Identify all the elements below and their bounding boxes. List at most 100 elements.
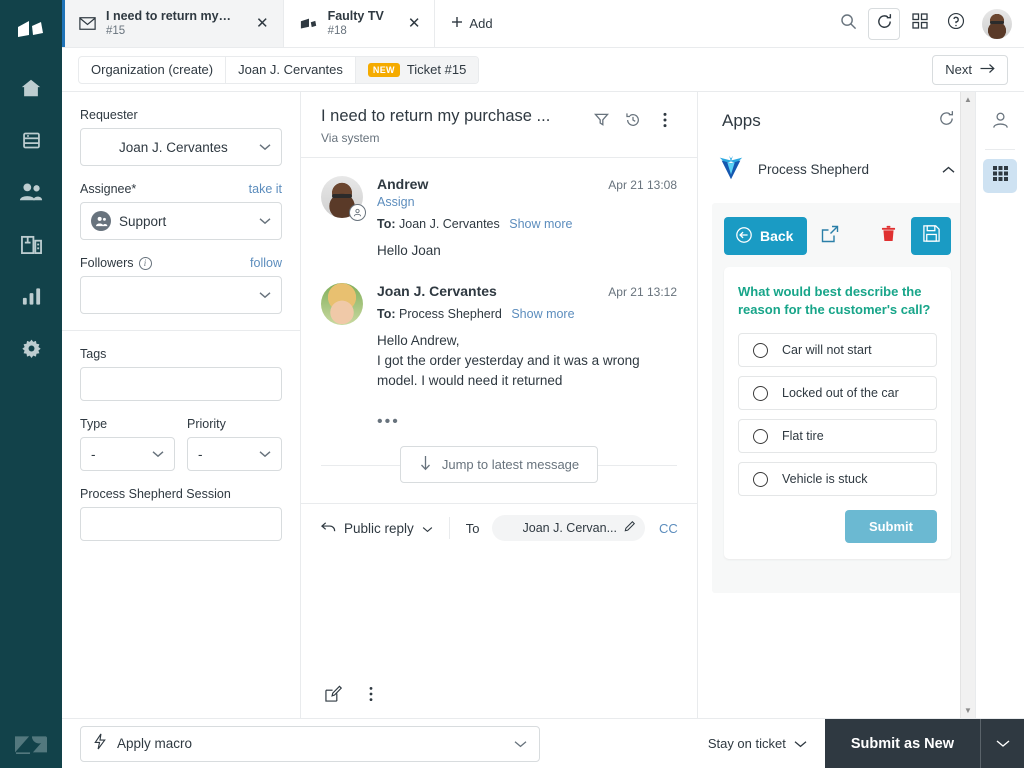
jump-to-latest-button[interactable]: Jump to latest message — [399, 446, 599, 483]
info-icon[interactable]: i — [138, 256, 152, 270]
sidebar-item-admin[interactable] — [5, 322, 57, 374]
recipient-name: Joan J. Cervan... — [522, 521, 618, 535]
back-button[interactable]: Back — [724, 217, 808, 255]
add-tab-label: Add — [469, 16, 493, 31]
breadcrumb-item-ticket[interactable]: NEW Ticket #15 — [355, 56, 479, 83]
requester-avatar — [91, 137, 111, 157]
chevron-up-icon[interactable] — [942, 161, 955, 179]
tab-title: Faulty TV — [327, 9, 384, 23]
sidebar-item-organizations[interactable] — [5, 218, 57, 270]
bolt-icon — [93, 733, 107, 755]
follow-link[interactable]: follow — [250, 256, 282, 270]
mail-icon — [78, 17, 96, 30]
option-locked-out-of-the-car[interactable]: Locked out of the car — [738, 376, 937, 410]
avatar[interactable] — [982, 8, 1012, 39]
help-button[interactable] — [940, 8, 972, 40]
followers-select[interactable] — [80, 276, 282, 314]
breadcrumb-item-user[interactable]: Joan J. Cervantes — [226, 56, 356, 83]
take-it-link[interactable]: take it — [249, 182, 282, 196]
submit-options-button[interactable] — [980, 718, 1024, 768]
tab-text: I need to return my purc... #15 — [106, 9, 232, 38]
show-more-link[interactable]: Show more — [509, 217, 572, 231]
radio-icon[interactable] — [753, 385, 768, 401]
option-vehicle-is-stuck[interactable]: Vehicle is stuck — [738, 462, 937, 496]
process-shepherd-header[interactable]: Process Shepherd — [712, 142, 963, 197]
tags-input[interactable] — [80, 367, 282, 401]
pencil-icon[interactable] — [624, 519, 636, 537]
option-flat-tire[interactable]: Flat tire — [738, 419, 937, 453]
submit-button-group: Submit as New — [824, 718, 1024, 768]
apps-panel-button[interactable] — [983, 159, 1017, 193]
apply-macro-select[interactable]: Apply macro — [80, 725, 540, 762]
recipient-avatar — [496, 518, 516, 538]
option-label: Locked out of the car — [782, 386, 899, 400]
type-priority-row: Type - Priority - — [80, 417, 282, 487]
submit-as-new-button[interactable]: Submit as New — [824, 718, 980, 768]
apps-panel: Apps Process Shepherd Back What would be… — [698, 92, 975, 718]
session-input[interactable] — [80, 507, 282, 541]
recipient-chip[interactable]: Joan J. Cervan... — [491, 515, 646, 541]
close-icon[interactable]: ✕ — [256, 16, 269, 31]
process-shepherd-logo-icon — [716, 152, 746, 187]
assignee-head: Assignee* take it — [80, 182, 282, 196]
scroll-up-icon[interactable]: ▲ — [964, 95, 972, 104]
history-button[interactable] — [619, 108, 647, 136]
search-button[interactable] — [832, 8, 864, 40]
assignee-value: Support — [119, 213, 167, 229]
radio-icon[interactable] — [753, 428, 768, 444]
refresh-button[interactable] — [868, 7, 900, 40]
message-author: Andrew — [377, 176, 429, 192]
show-more-link[interactable]: Show more — [511, 307, 574, 321]
scroll-down-icon[interactable]: ▼ — [964, 706, 972, 715]
apps-panel-scrollbar[interactable]: ▲ ▼ — [960, 92, 975, 718]
message-thread[interactable]: Andrew Apr 21 13:08 Assign To: Joan J. C… — [301, 158, 697, 503]
apps-refresh-button[interactable] — [938, 110, 955, 132]
composer-more-button[interactable] — [359, 684, 383, 708]
expand-messages-button[interactable]: ••• — [377, 413, 677, 431]
option-car-will-not-start[interactable]: Car will not start — [738, 333, 937, 367]
agent-badge-icon — [349, 204, 366, 221]
user-panel-button[interactable] — [983, 106, 1017, 140]
open-external-button[interactable] — [817, 223, 843, 249]
delete-button[interactable] — [875, 223, 901, 249]
tabbar-actions — [832, 0, 1024, 47]
type-select[interactable]: - — [80, 437, 175, 471]
app-submit-button[interactable]: Submit — [844, 510, 937, 543]
jump-to-latest-wrap: Jump to latest message — [301, 446, 697, 483]
next-label: Next — [945, 62, 972, 77]
requester-select[interactable]: Joan J. Cervantes — [80, 128, 282, 166]
type-value: - — [91, 446, 96, 462]
assignee-field: Assignee* take it Support — [80, 182, 282, 240]
apps-button[interactable] — [904, 8, 936, 40]
save-button[interactable] — [911, 217, 951, 255]
add-tab-button[interactable]: Add — [435, 0, 508, 47]
followers-label-text: Followers — [80, 256, 134, 270]
sidebar-item-customers[interactable] — [5, 166, 57, 218]
ticket-tab-15[interactable]: I need to return my purc... #15 ✕ — [62, 0, 284, 47]
priority-select[interactable]: - — [187, 437, 282, 471]
stay-on-ticket-select[interactable]: Stay on ticket — [708, 736, 807, 751]
breadcrumb-item-organization[interactable]: Organization (create) — [79, 56, 227, 83]
sidebar-item-home[interactable] — [5, 62, 57, 114]
sidebar-item-views[interactable] — [5, 114, 57, 166]
assignee-select[interactable]: Support — [80, 202, 282, 240]
compose-button[interactable] — [321, 684, 345, 708]
tab-number: #18 — [327, 25, 347, 37]
cc-button[interactable]: CC — [659, 521, 678, 536]
assign-link[interactable]: Assign — [377, 195, 677, 209]
ticket-tab-18[interactable]: Faulty TV #18 ✕ — [284, 0, 436, 47]
organizations-icon — [20, 234, 43, 255]
conversation-panel: I need to return my purchase ... Via sys… — [301, 92, 698, 718]
radio-icon[interactable] — [753, 471, 768, 487]
left-nav-rail — [0, 0, 62, 768]
next-button[interactable]: Next — [932, 54, 1008, 85]
zendesk-logo-mark-icon[interactable] — [11, 12, 51, 52]
composer-textarea[interactable] — [301, 552, 697, 674]
sidebar-item-reporting[interactable] — [5, 270, 57, 322]
tags-field: Tags — [80, 347, 282, 401]
reply-type-selector[interactable]: Public reply — [321, 521, 433, 536]
close-icon[interactable]: ✕ — [408, 16, 421, 31]
radio-icon[interactable] — [753, 342, 768, 358]
more-options-button[interactable] — [651, 108, 679, 136]
filter-button[interactable] — [587, 108, 615, 136]
